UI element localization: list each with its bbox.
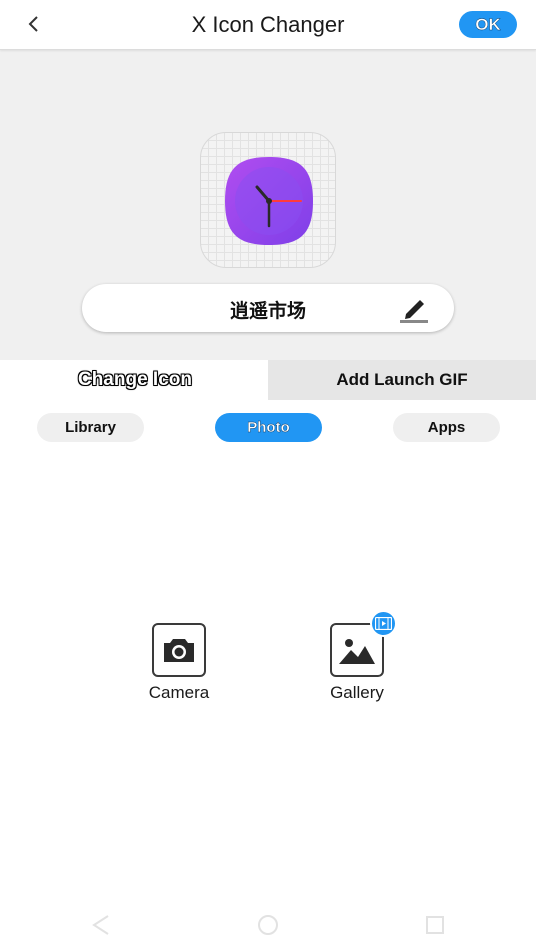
icon-preview-frame [200, 132, 336, 268]
circle-home-icon [258, 915, 278, 935]
video-icon [375, 617, 392, 630]
camera-label: Camera [148, 683, 210, 702]
source-library-button[interactable]: Library [37, 413, 144, 442]
camera-tile [152, 623, 206, 677]
source-photo-button[interactable]: Photo [215, 413, 322, 442]
clock-icon [225, 157, 313, 245]
source-apps-button[interactable]: Apps [393, 413, 500, 442]
edit-name-button[interactable] [398, 294, 430, 324]
video-badge [370, 610, 397, 637]
gallery-label: Gallery [330, 683, 384, 702]
square-recents-icon [426, 916, 444, 934]
tab-add-launch-gif[interactable]: Add Launch GIF [268, 360, 536, 400]
triangle-back-icon [92, 915, 109, 935]
nav-home-button[interactable] [255, 912, 281, 938]
ok-button[interactable]: OK [459, 11, 517, 38]
icon-preview-area: 逍遥市场 [0, 50, 536, 360]
page-title: X Icon Changer [191, 12, 345, 37]
image-icon [339, 639, 375, 664]
nav-back-button[interactable] [88, 912, 114, 938]
camera-option[interactable]: Camera [134, 623, 224, 703]
pencil-icon [400, 300, 428, 323]
camera-icon [164, 639, 194, 662]
system-nav-bar [0, 900, 536, 950]
app-header: X Icon Changer OK [0, 0, 536, 50]
app-name-field[interactable]: 逍遥市场 [82, 284, 454, 332]
mode-tabs: Change Icon Add Launch GIF [0, 360, 536, 400]
tab-change-icon[interactable]: Change Icon [2, 360, 268, 400]
nav-recents-button[interactable] [422, 912, 448, 938]
